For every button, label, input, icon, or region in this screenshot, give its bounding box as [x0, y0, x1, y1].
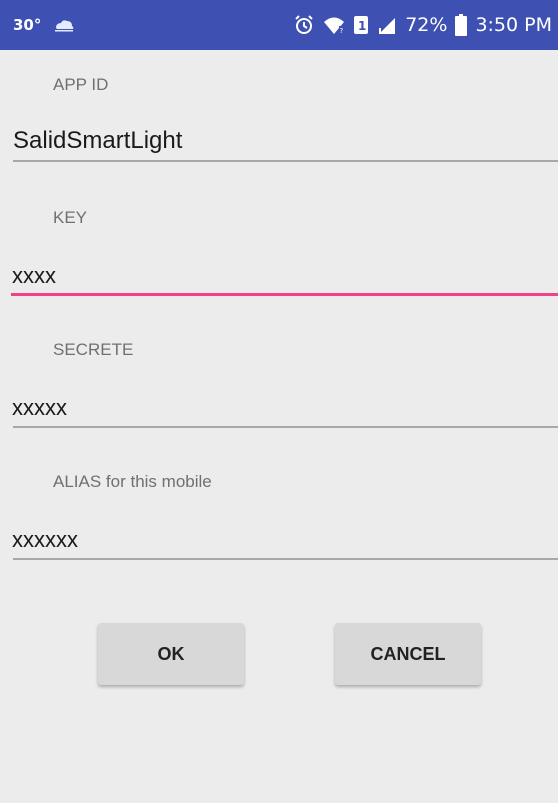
- secrete-underline: [13, 426, 558, 428]
- app-id-input[interactable]: SalidSmartLight: [13, 127, 182, 155]
- status-bar: 30° ? 1 72% 3:50 PM: [0, 0, 558, 50]
- cancel-button[interactable]: CANCEL: [335, 623, 481, 685]
- sim-icon: 1: [353, 15, 369, 35]
- secrete-label: SECRETE: [53, 340, 134, 359]
- temperature-text: 30°: [13, 16, 42, 34]
- app-id-label: APP ID: [53, 75, 109, 94]
- alias-input[interactable]: xxxxxx: [12, 527, 78, 553]
- settings-form: APP ID SalidSmartLight KEY xxxx SECRETE …: [0, 50, 558, 803]
- svg-text:?: ?: [340, 27, 344, 35]
- svg-text:1: 1: [358, 19, 366, 33]
- battery-percent: 72%: [405, 14, 448, 36]
- key-input[interactable]: xxxx: [12, 263, 56, 289]
- app-id-underline: [13, 160, 558, 162]
- clock: 3:50 PM: [475, 14, 552, 36]
- alias-underline: [13, 558, 558, 560]
- ok-button[interactable]: OK: [98, 623, 244, 685]
- weather-icon: [53, 17, 75, 33]
- battery-icon: [455, 14, 468, 36]
- key-underline-focused: [11, 293, 558, 296]
- signal-icon: [377, 15, 397, 35]
- alarm-icon: [293, 14, 315, 36]
- alias-label: ALIAS for this mobile: [53, 472, 212, 491]
- key-label: KEY: [53, 208, 88, 227]
- wifi-icon: ?: [323, 15, 345, 35]
- secrete-input[interactable]: xxxxx: [12, 395, 67, 421]
